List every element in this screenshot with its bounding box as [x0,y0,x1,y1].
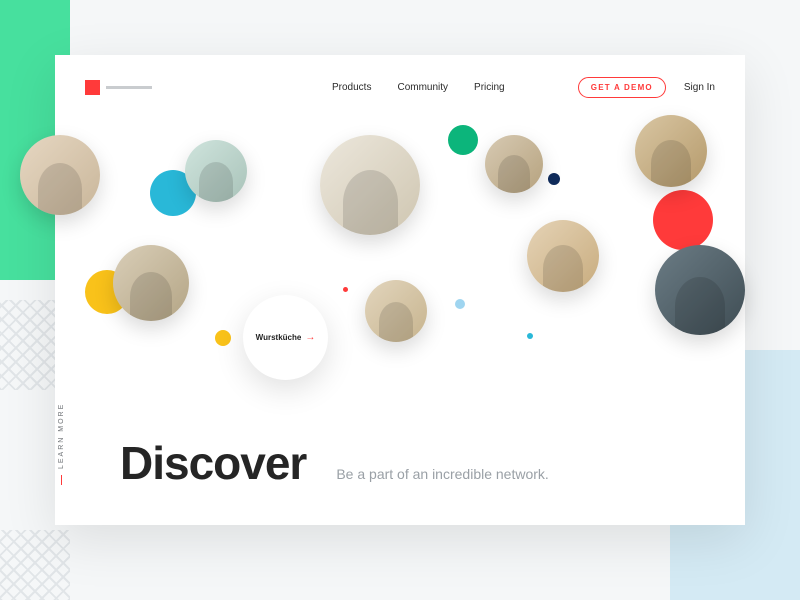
dot-lightblue [455,299,465,309]
dot-yellow-small [215,330,231,346]
logo-line-icon [106,86,152,89]
avatar[interactable] [655,245,745,335]
dot-red [653,190,713,250]
get-demo-button[interactable]: GET A DEMO [578,77,666,98]
bubble-label: Wurstküche [256,333,302,342]
avatar[interactable] [20,135,100,215]
main-card: Products Community Pricing GET A DEMO Si… [55,55,745,525]
avatar[interactable] [485,135,543,193]
header: Products Community Pricing GET A DEMO Si… [55,55,745,119]
logo[interactable] [85,80,152,95]
avatar[interactable] [365,280,427,342]
hero-subtitle: Be a part of an incredible network. [336,466,548,482]
dot-green [448,125,478,155]
nav-products[interactable]: Products [332,82,371,93]
learn-more-link[interactable]: LEARN MORE [58,403,65,485]
bg-pattern [0,300,60,390]
dot-navy [548,173,560,185]
nav-pricing[interactable]: Pricing [474,82,505,93]
sign-in-link[interactable]: Sign In [684,82,715,93]
dot-tiny-cyan [527,333,533,339]
dash-icon [61,475,62,485]
bg-pattern [0,530,70,600]
avatar[interactable] [320,135,420,235]
avatar[interactable] [527,220,599,292]
logo-mark-icon [85,80,100,95]
highlight-bubble[interactable]: Wurstküche → [243,295,328,380]
dot-tiny-red [343,287,348,292]
hero: Discover Be a part of an incredible netw… [120,436,549,490]
hero-title: Discover [120,436,306,490]
header-right: GET A DEMO Sign In [578,77,715,98]
avatar[interactable] [635,115,707,187]
learn-more-label: LEARN MORE [58,403,65,469]
nav-community[interactable]: Community [397,82,448,93]
nav: Products Community Pricing [332,82,505,93]
avatar[interactable] [113,245,189,321]
arrow-right-icon: → [305,332,315,343]
avatar[interactable] [185,140,247,202]
